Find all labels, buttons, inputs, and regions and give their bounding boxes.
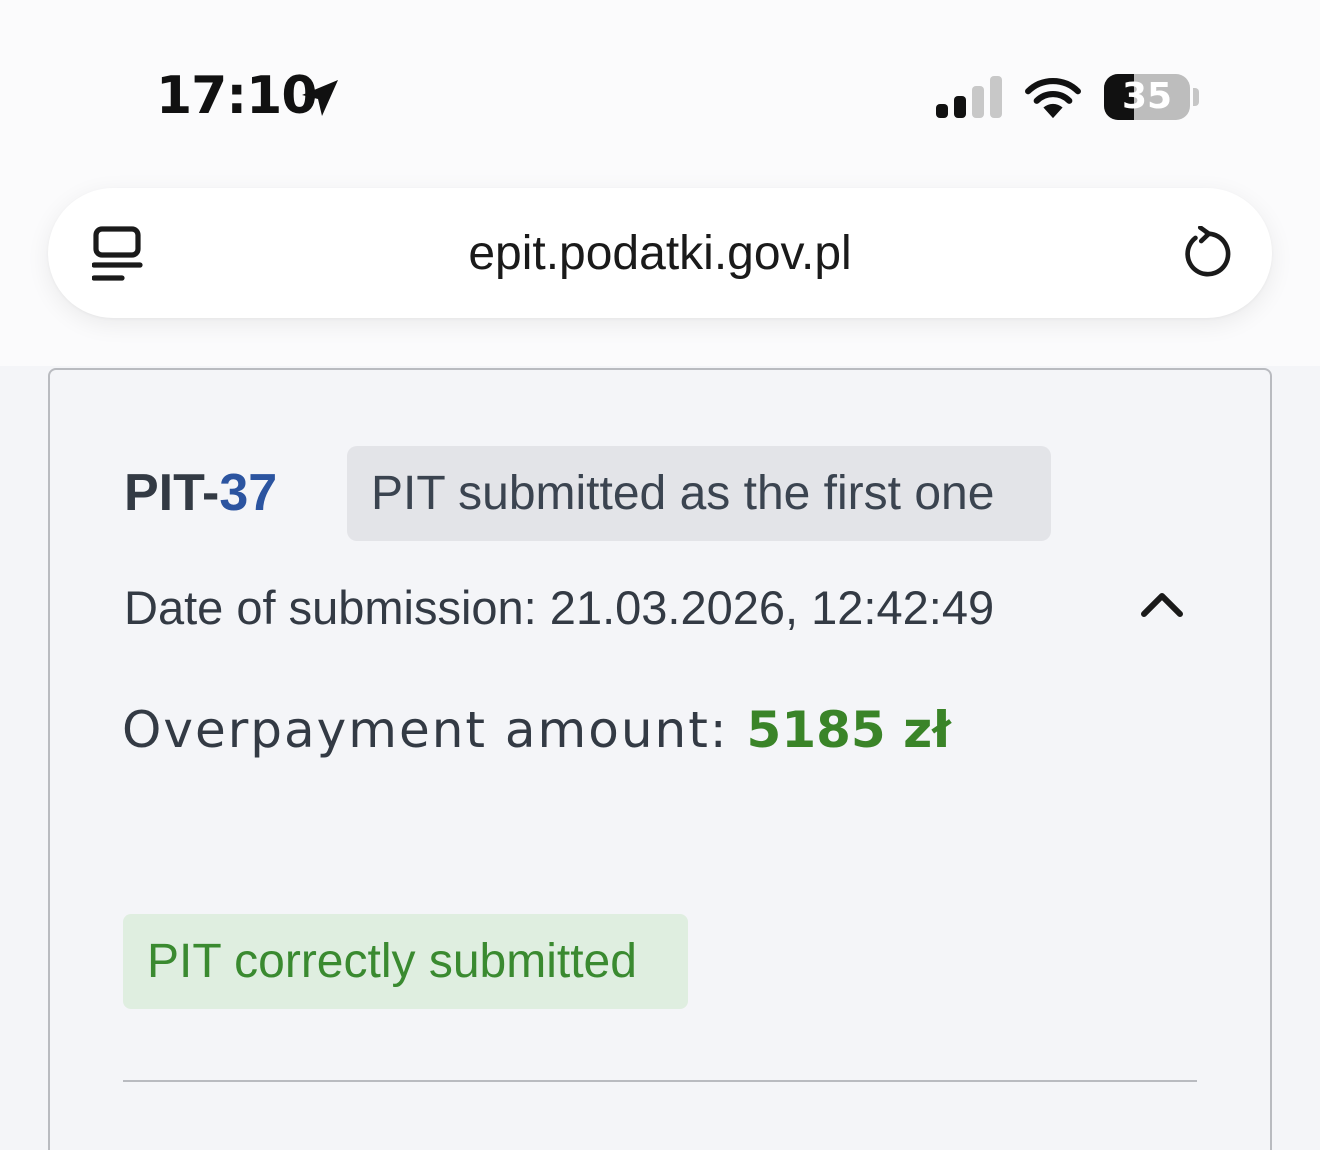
- overpayment-value: 5185 zł: [746, 701, 951, 759]
- overpayment-row: Overpayment amount: 5185 zł: [122, 698, 951, 762]
- overpayment-label: Overpayment amount:: [122, 701, 747, 759]
- form-prefix: PIT-: [124, 464, 220, 522]
- location-arrow-icon: [302, 80, 338, 116]
- reader-mode-icon[interactable]: [92, 226, 144, 282]
- first-submission-badge: PIT submitted as the first one: [347, 446, 1051, 541]
- battery-text: 35: [1121, 76, 1173, 117]
- battery-nub: [1193, 88, 1199, 106]
- address-bar[interactable]: epit.podatki.gov.pl: [48, 188, 1272, 318]
- form-number: 37: [219, 464, 278, 522]
- battery-icon: 35: [1104, 74, 1190, 120]
- submission-date: Date of submission: 21.03.2026, 12:42:49: [124, 581, 995, 634]
- reload-icon[interactable]: [1180, 226, 1234, 280]
- url-text[interactable]: epit.podatki.gov.pl: [228, 188, 1092, 318]
- cellular-signal-icon: [936, 76, 1002, 118]
- status-time: 17:10: [156, 66, 318, 126]
- chevron-up-icon[interactable]: [1138, 584, 1186, 624]
- status-badge: PIT correctly submitted: [123, 914, 688, 1009]
- form-code: PIT-37: [124, 462, 277, 524]
- wifi-icon: [1025, 77, 1081, 119]
- divider: [123, 1080, 1197, 1082]
